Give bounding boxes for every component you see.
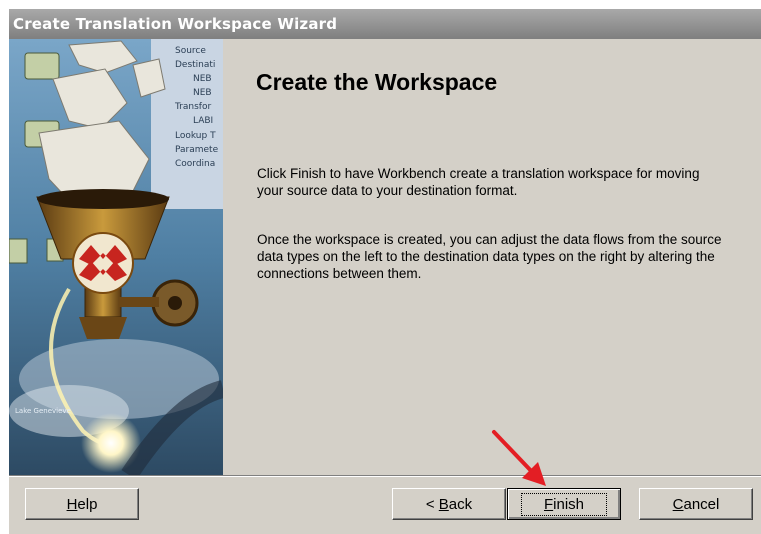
top-strip bbox=[0, 0, 761, 9]
tree-label: Lookup T bbox=[175, 131, 216, 141]
tree-label: Destinati bbox=[175, 60, 215, 70]
tree-label: Source bbox=[175, 46, 206, 56]
map-label: Lake Genevieve bbox=[15, 407, 71, 415]
wizard-banner-image: Source Destinati NEB NEB Transfor LABI L… bbox=[9, 39, 223, 475]
instruction-text: Click Finish to have Workbench create a … bbox=[257, 166, 700, 198]
cancel-button[interactable]: Cancel bbox=[639, 488, 753, 520]
description-text: Once the workspace is created, you can a… bbox=[257, 232, 722, 281]
help-button[interactable]: Help bbox=[25, 488, 139, 520]
red-arrow-annotation bbox=[492, 430, 546, 486]
wizard-dialog: Create Translation Workspace Wizard Sour… bbox=[9, 9, 761, 534]
tree-label: Transfor bbox=[174, 102, 211, 112]
tree-label: Coordina bbox=[175, 159, 215, 169]
finish-button[interactable]: Finish bbox=[507, 488, 621, 520]
window-title: Create Translation Workspace Wizard bbox=[13, 15, 338, 33]
title-bar[interactable]: Create Translation Workspace Wizard bbox=[9, 9, 761, 39]
separator-highlight bbox=[9, 476, 761, 477]
page-heading: Create the Workspace bbox=[256, 69, 498, 95]
tree-label: NEB bbox=[193, 74, 212, 84]
tree-label: LABI bbox=[193, 116, 213, 126]
focus-rect: Finish bbox=[520, 492, 608, 516]
back-button[interactable]: < Back bbox=[392, 488, 506, 520]
tree-label: NEB bbox=[193, 88, 212, 98]
tree-label: Paramete bbox=[175, 145, 219, 155]
logo-icon bbox=[72, 232, 134, 294]
